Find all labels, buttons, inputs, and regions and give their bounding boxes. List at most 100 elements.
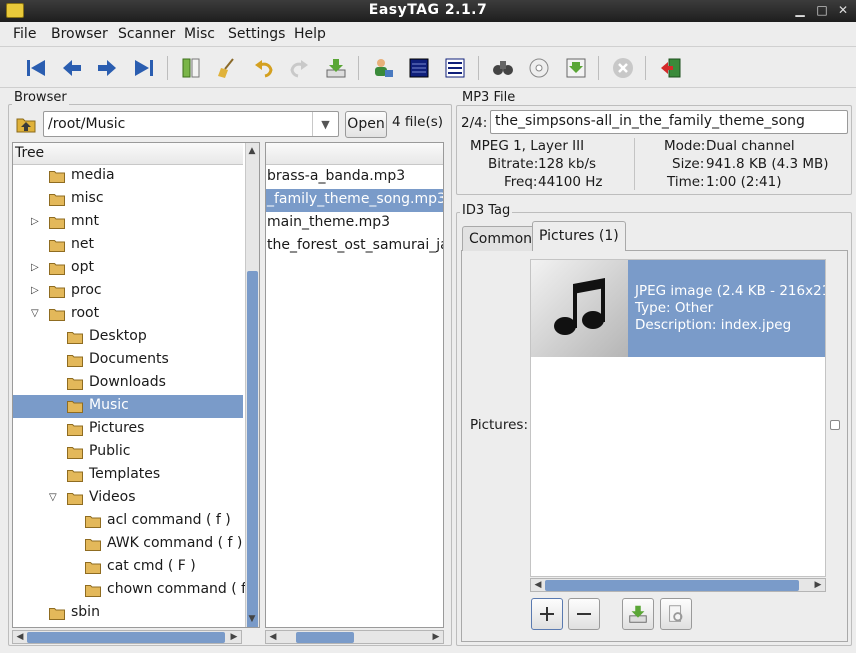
minimize-icon[interactable]: ▁: [792, 2, 808, 18]
scroll-left-icon[interactable]: ◀: [14, 631, 26, 643]
path-input[interactable]: /root/Music: [48, 116, 125, 132]
size-label: Size:: [672, 156, 705, 172]
tree-header[interactable]: Tree: [13, 143, 243, 165]
path-combobox[interactable]: /root/Music ▼: [43, 111, 339, 137]
tree-item[interactable]: Public: [13, 441, 243, 464]
filename-input[interactable]: the_simpsons-all_in_the_family_theme_son…: [490, 110, 848, 134]
find-icon[interactable]: [489, 54, 517, 82]
expander-collapsed-icon[interactable]: ▷: [31, 216, 41, 228]
save-icon: [629, 605, 647, 623]
scroll-up-icon[interactable]: ▲: [246, 145, 258, 157]
scroll-right-icon[interactable]: ▶: [228, 631, 240, 643]
scroll-down-icon[interactable]: ▼: [246, 613, 258, 625]
file-row[interactable]: the_forest_ost_samurai_jac: [266, 235, 443, 258]
menu-misc[interactable]: Misc: [184, 26, 215, 42]
tree-item[interactable]: ▷ mnt: [13, 211, 243, 234]
tree-item[interactable]: acl command ( f ): [13, 510, 243, 533]
folder-icon: [85, 539, 101, 551]
file-row[interactable]: brass-a_banda.mp3: [266, 166, 443, 189]
menu-help[interactable]: Help: [294, 26, 326, 42]
apply-to-all-checkbox[interactable]: [830, 420, 840, 430]
window-title: EasyTAG 2.1.7: [368, 2, 488, 18]
next-file-icon[interactable]: [93, 54, 121, 82]
menu-browser[interactable]: Browser: [51, 26, 108, 42]
bitrate-value: 128 kb/s: [538, 156, 597, 172]
tree-item[interactable]: chown command ( f): [13, 579, 252, 602]
file-list-header[interactable]: [266, 143, 443, 165]
undo-icon[interactable]: [251, 54, 279, 82]
open-button[interactable]: Open: [345, 111, 387, 138]
tree-item[interactable]: ▽ root: [13, 303, 243, 326]
close-icon[interactable]: ✕: [835, 2, 851, 18]
picture-properties-button[interactable]: [660, 598, 692, 630]
artist-view-icon[interactable]: [369, 54, 397, 82]
tree-item[interactable]: Music: [13, 395, 243, 418]
tree-item[interactable]: ▽ Videos: [13, 487, 243, 510]
pictures-list[interactable]: JPEG image (2.4 KB - 216x216 Type: Other…: [530, 259, 826, 577]
tab-pictures[interactable]: Pictures (1): [532, 221, 626, 251]
tree-item-label: sbin: [71, 604, 100, 620]
file-list-horizontal-scrollbar[interactable]: ◀ ▶: [265, 630, 444, 644]
scrollbar-thumb[interactable]: [27, 632, 225, 643]
menu-file[interactable]: File: [13, 26, 36, 42]
expander-collapsed-icon[interactable]: ▷: [31, 262, 41, 274]
file-position: 2/4:: [461, 115, 488, 131]
remove-picture-button[interactable]: [568, 598, 600, 630]
tree-item[interactable]: net: [13, 234, 243, 257]
tree-item[interactable]: media: [13, 165, 243, 188]
add-picture-button[interactable]: [531, 598, 563, 630]
scroll-left-icon[interactable]: ◀: [532, 579, 544, 591]
browser-label: Browser: [12, 90, 69, 105]
redo-icon[interactable]: [284, 54, 312, 82]
tree-item[interactable]: ▷ opt: [13, 257, 243, 280]
chevron-down-icon[interactable]: ▼: [312, 112, 338, 136]
album-view-icon[interactable]: [405, 54, 433, 82]
tree-item[interactable]: sbin: [13, 602, 243, 625]
quit-icon[interactable]: [657, 54, 685, 82]
scrollbar-thumb[interactable]: [545, 580, 799, 591]
picture-row[interactable]: JPEG image (2.4 KB - 216x216 Type: Other…: [531, 260, 825, 357]
scroll-left-icon[interactable]: ◀: [267, 631, 279, 643]
last-file-icon[interactable]: [130, 54, 158, 82]
stop-icon[interactable]: [609, 54, 637, 82]
tree-item-label: Music: [89, 397, 129, 413]
tree-item-label: Templates: [89, 466, 161, 482]
expander-expanded-icon[interactable]: ▽: [49, 492, 59, 504]
music-note-icon: [554, 278, 605, 335]
tree-item[interactable]: AWK command ( f ): [13, 533, 243, 556]
file-row[interactable]: _family_theme_song.mp3: [266, 189, 443, 212]
playlist-icon[interactable]: [562, 54, 590, 82]
scrollbar-thumb[interactable]: [247, 271, 258, 627]
cd-icon[interactable]: [525, 54, 553, 82]
save-picture-button[interactable]: [622, 598, 654, 630]
clear-icon[interactable]: [213, 54, 241, 82]
expander-collapsed-icon[interactable]: ▷: [31, 285, 41, 297]
tab-common[interactable]: Common: [462, 226, 540, 251]
pictures-horizontal-scrollbar[interactable]: ◀ ▶: [530, 578, 826, 592]
menu-settings[interactable]: Settings: [228, 26, 285, 42]
tree-item[interactable]: Documents: [13, 349, 243, 372]
maximize-icon[interactable]: □: [814, 2, 830, 18]
list-view-icon[interactable]: [441, 54, 469, 82]
expander-expanded-icon[interactable]: ▽: [31, 308, 41, 320]
tree-horizontal-scrollbar[interactable]: ◀ ▶: [12, 630, 242, 644]
tree-item[interactable]: Downloads: [13, 372, 243, 395]
previous-file-icon[interactable]: [58, 54, 86, 82]
tree-item[interactable]: misc: [13, 188, 243, 211]
file-row[interactable]: main_theme.mp3: [266, 212, 443, 235]
parent-folder-icon[interactable]: [14, 112, 38, 136]
tree-item[interactable]: ▷ proc: [13, 280, 243, 303]
first-file-icon[interactable]: [22, 54, 50, 82]
menu-scanner[interactable]: Scanner: [118, 26, 175, 42]
tree-item-label: opt: [71, 259, 94, 275]
save-icon[interactable]: [322, 54, 350, 82]
scroll-right-icon[interactable]: ▶: [430, 631, 442, 643]
scrollbar-thumb[interactable]: [296, 632, 354, 643]
tree-item[interactable]: cat cmd ( F ): [13, 556, 243, 579]
tree-vertical-scrollbar[interactable]: ▲ ▼: [245, 143, 259, 627]
tree-item[interactable]: Templates: [13, 464, 243, 487]
tree-item[interactable]: Desktop: [13, 326, 243, 349]
scroll-right-icon[interactable]: ▶: [812, 579, 824, 591]
scan-files-icon[interactable]: [177, 54, 205, 82]
tree-item[interactable]: Pictures: [13, 418, 243, 441]
